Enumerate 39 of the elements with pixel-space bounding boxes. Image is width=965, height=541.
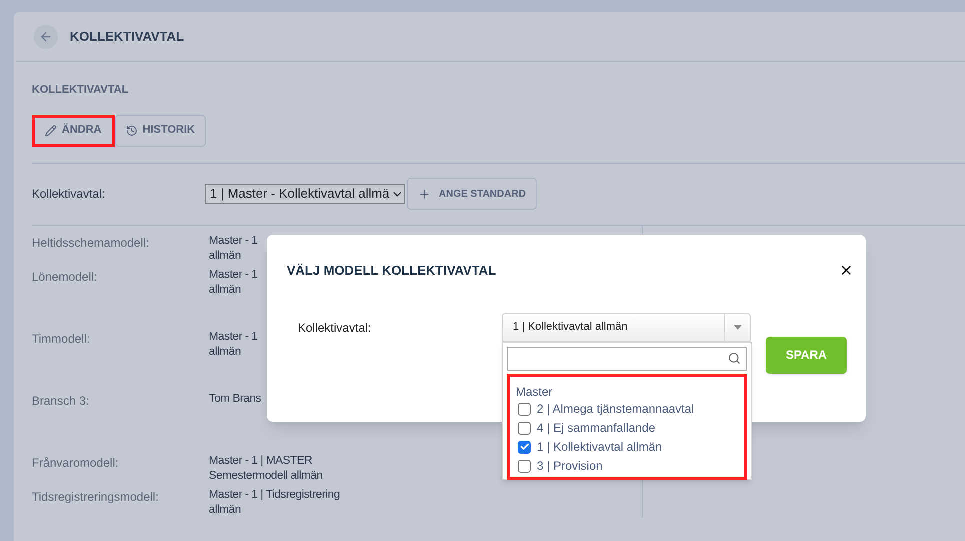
model-value: Master - 1 | Tidsregistrering allmän bbox=[209, 488, 340, 518]
model-value: Master - 1 allmän bbox=[209, 330, 258, 360]
dropdown-option[interactable]: 4 | Ej sammanfallande bbox=[516, 418, 744, 438]
history-icon bbox=[126, 124, 138, 136]
back-button[interactable] bbox=[34, 24, 58, 48]
model-value: Master - 1 allmän bbox=[209, 268, 258, 298]
model-value: Master - 1 allmän bbox=[209, 234, 258, 264]
field-label: Kollektivavtal: bbox=[32, 186, 106, 203]
edit-button[interactable]: ÄNDRA bbox=[32, 114, 115, 146]
model-value: Tom Brans bbox=[209, 392, 262, 406]
model-select[interactable]: 1 | Kollektivavtal allmän bbox=[502, 312, 751, 342]
plus-icon bbox=[418, 188, 431, 200]
model-label: Timmodell: bbox=[32, 330, 92, 348]
model-label: Bransch 3: bbox=[32, 392, 90, 410]
dialog-title: VÄLJ MODELL KOLLEKTIVAVTAL bbox=[287, 262, 496, 280]
dropdown-option[interactable]: 3 | Provision bbox=[516, 456, 744, 476]
group-label: Master bbox=[516, 384, 554, 400]
agreement-select[interactable]: 1 | Master - Kollektivavtal allmä bbox=[205, 184, 405, 204]
checkbox[interactable] bbox=[518, 440, 531, 454]
pencil-icon bbox=[45, 124, 57, 136]
section-title: KOLLEKTIVAVTAL bbox=[32, 83, 130, 98]
field-label: Kollektivavtal: bbox=[298, 320, 372, 336]
dropdown-triangle-icon bbox=[734, 324, 742, 330]
page-title: KOLLEKTIVAVTAL bbox=[70, 28, 184, 46]
model-value: Master - 1 | MASTER Semestermodell allmän bbox=[209, 454, 323, 484]
dropdown-option[interactable]: 2 | Almega tjänstemannaavtal bbox=[516, 400, 744, 418]
model-label: Tidsregistreringsmodell: bbox=[32, 488, 160, 506]
checkbox[interactable] bbox=[518, 422, 531, 434]
search-icon bbox=[728, 352, 741, 365]
model-label: Frånvaromodell: bbox=[32, 454, 120, 472]
search-field[interactable] bbox=[507, 346, 747, 370]
model-label: Heltidsschemamodell: bbox=[32, 234, 150, 252]
checkbox[interactable] bbox=[518, 402, 531, 416]
set-default-button[interactable]: ANGE STANDARD bbox=[407, 178, 538, 210]
check-icon bbox=[520, 442, 530, 452]
checkbox[interactable] bbox=[518, 460, 531, 472]
dropdown-option[interactable]: 1 | Kollektivavtal allmän bbox=[516, 438, 744, 456]
history-button[interactable]: HISTORIK bbox=[114, 114, 206, 146]
model-label: Lönemodell: bbox=[32, 268, 98, 286]
